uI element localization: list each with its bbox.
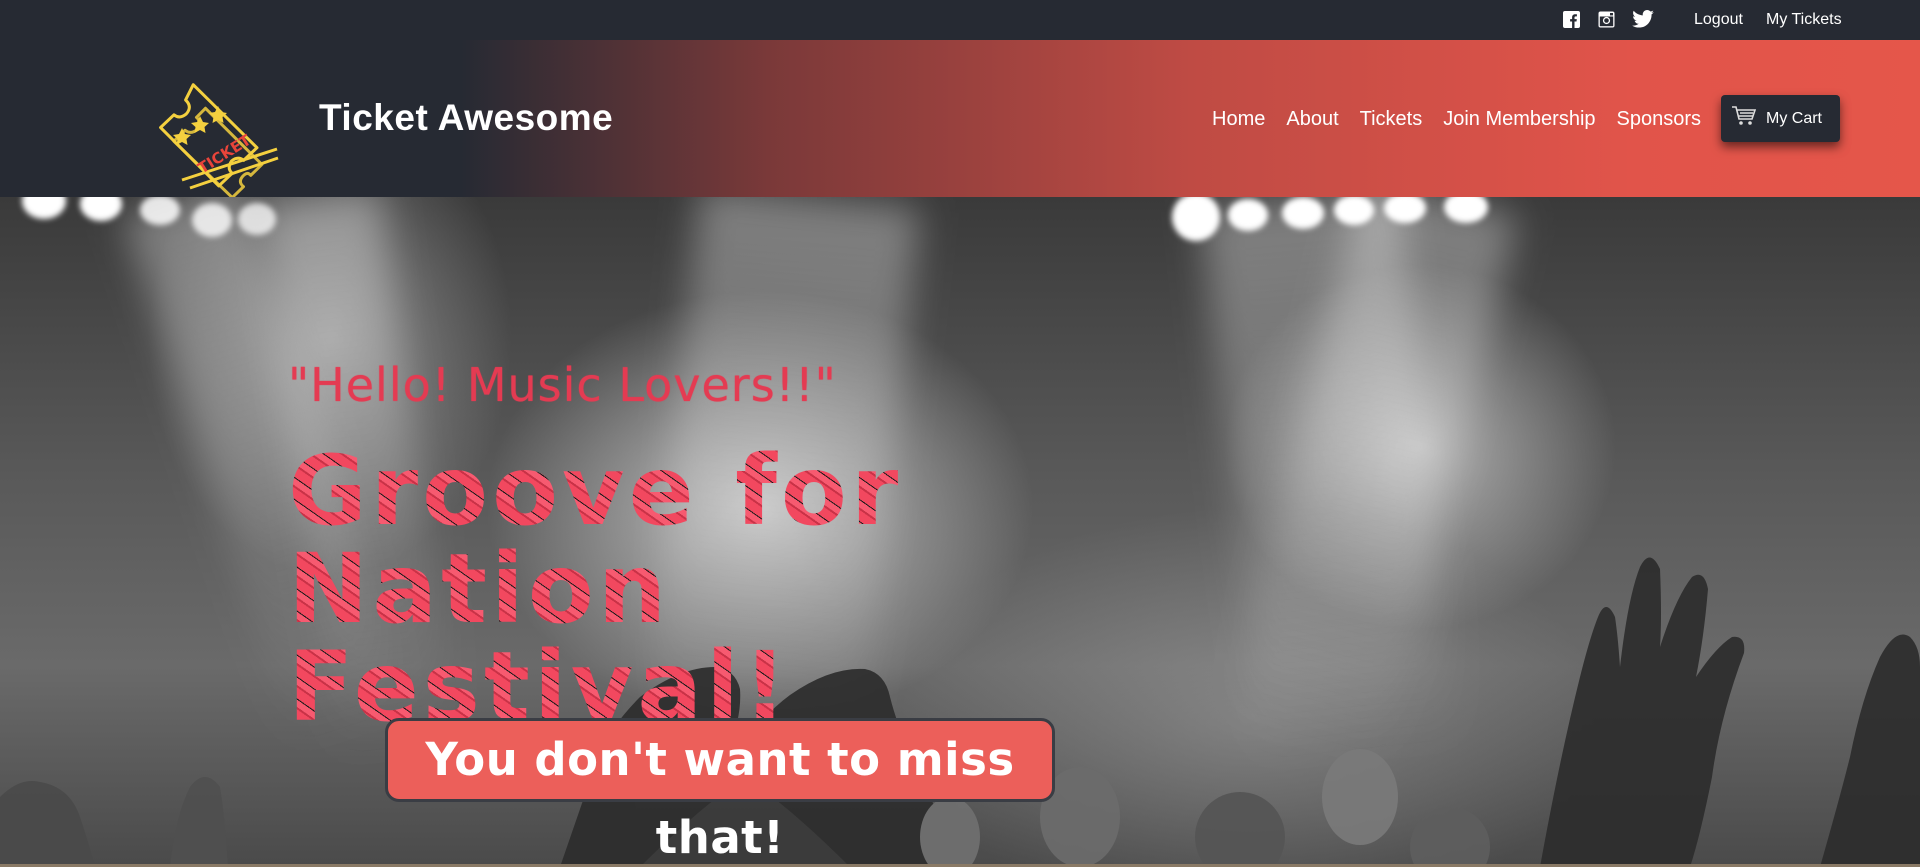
nav-tickets[interactable]: Tickets [1360,106,1423,132]
nav-home[interactable]: Home [1212,106,1265,132]
hero-title-line1: Groove for Nation [288,435,903,645]
cart-icon [1731,105,1757,132]
my-cart-button[interactable]: My Cart [1721,95,1840,142]
nav-sponsors[interactable]: Sponsors [1617,106,1702,132]
nav-about[interactable]: About [1286,106,1338,132]
brand-name[interactable]: Ticket Awesome [319,96,613,140]
cta-button[interactable]: You don't want to miss that! [385,718,1055,864]
hero-title: Groove for Nation Festival! [288,442,1288,736]
instagram-icon[interactable] [1597,10,1615,28]
twitter-icon[interactable] [1632,10,1654,28]
ticket-logo-icon[interactable]: TICKET [142,76,288,200]
logout-link[interactable]: Logout [1694,10,1743,30]
cart-label: My Cart [1766,109,1822,127]
facebook-icon[interactable] [1562,10,1580,28]
hero-banner: "Hello! Music Lovers!!" Groove for Natio… [0,197,1920,867]
top-utility-bar: Logout My Tickets [0,0,1920,40]
main-nav: Home About Tickets Join Membership Spons… [1212,106,1701,132]
my-tickets-link[interactable]: My Tickets [1766,10,1842,30]
site-header: TICKET Ticket Awesome Home About Tickets… [0,40,1920,200]
hero-tagline: "Hello! Music Lovers!!" [288,358,837,412]
nav-join-membership[interactable]: Join Membership [1443,106,1595,132]
